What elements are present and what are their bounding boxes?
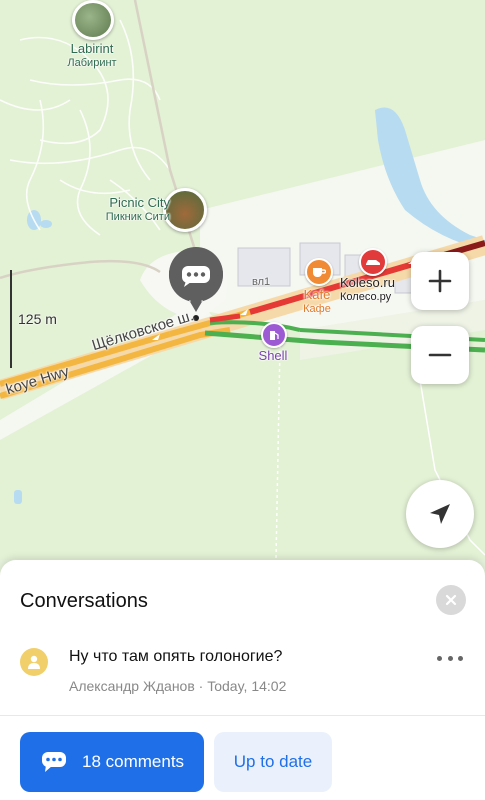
cafe-icon[interactable] bbox=[305, 258, 333, 286]
plus-icon bbox=[428, 269, 452, 293]
zoom-out-button[interactable] bbox=[411, 326, 469, 384]
poi-name: Picnic City bbox=[109, 195, 170, 210]
conversation-meta: Александр Жданов · Today, 14:02 bbox=[69, 678, 287, 694]
cafe-name: Kafe bbox=[303, 287, 331, 302]
shell-label[interactable]: Shell bbox=[250, 349, 296, 363]
conversation-text: Ну что там опять голоногие? bbox=[69, 648, 283, 665]
speech-bubble-icon bbox=[42, 752, 66, 772]
car-service-icon[interactable] bbox=[359, 248, 387, 276]
poi-photo-labirint[interactable] bbox=[72, 0, 114, 40]
cafe-name-local: Кафе bbox=[303, 303, 331, 315]
poi-label-labirint[interactable]: Labirint Лабиринт bbox=[52, 42, 132, 70]
koleso-label[interactable]: Koleso.ru Колесо.ру bbox=[340, 276, 406, 304]
scale-label: 125 m bbox=[18, 311, 57, 327]
avatar bbox=[20, 648, 48, 676]
poi-name: Labirint bbox=[70, 41, 114, 56]
poi-name-local: Пикник Сити bbox=[105, 211, 170, 223]
minus-icon bbox=[428, 353, 452, 357]
locate-button[interactable] bbox=[406, 480, 474, 548]
conversations-sheet: Conversations Ну что там опять голоногие… bbox=[0, 560, 485, 800]
comments-button[interactable]: 18 comments bbox=[20, 732, 204, 792]
cafe-label[interactable]: Kafe Кафе bbox=[296, 288, 338, 316]
more-options-icon[interactable] bbox=[437, 649, 463, 667]
up-to-date-label: Up to date bbox=[233, 752, 313, 771]
koleso-name-local: Колесо.ру bbox=[340, 291, 392, 303]
building-label: вл1 bbox=[252, 276, 271, 288]
close-icon bbox=[445, 594, 457, 606]
up-to-date-button[interactable]: Up to date bbox=[214, 732, 332, 792]
poi-name-local: Лабиринт bbox=[67, 57, 117, 69]
close-button[interactable] bbox=[436, 585, 466, 615]
comments-button-label: 18 comments bbox=[82, 752, 185, 771]
zoom-in-button[interactable] bbox=[411, 252, 469, 310]
koleso-name: Koleso.ru bbox=[340, 275, 395, 290]
sheet-title: Conversations bbox=[20, 590, 148, 612]
fuel-station-icon[interactable] bbox=[261, 322, 287, 348]
divider bbox=[0, 715, 485, 716]
navigation-arrow-icon bbox=[430, 504, 450, 524]
poi-label-picnic-city[interactable]: Picnic City Пикник Сити bbox=[78, 196, 170, 224]
user-icon bbox=[28, 655, 40, 669]
map-view[interactable]: Labirint Лабиринт Picnic City Пикник Сит… bbox=[0, 0, 485, 560]
scale-bar bbox=[10, 270, 12, 368]
